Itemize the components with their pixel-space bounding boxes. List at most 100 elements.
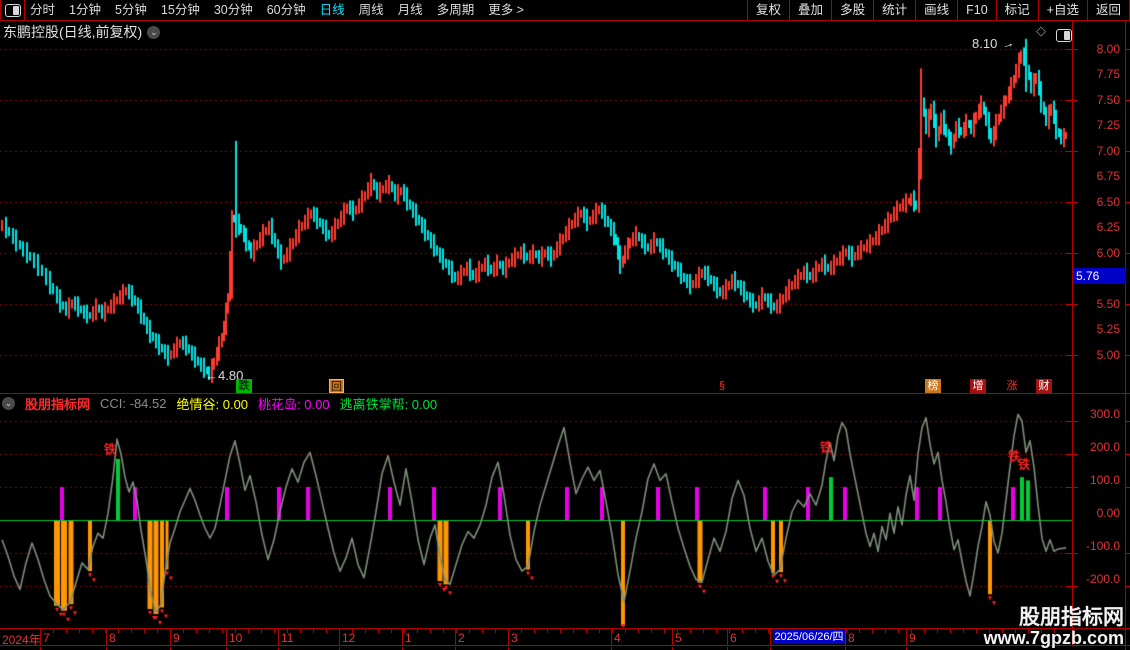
f10-button[interactable]: F10 [957, 0, 996, 20]
signal-badge-bang[interactable]: 榜 [925, 379, 941, 393]
signal-badge-hui[interactable]: 回 [329, 379, 344, 393]
month-separator [106, 629, 107, 645]
tab-monthly[interactable]: 月线 [398, 0, 423, 20]
price-axis-label: 6.25 [1096, 220, 1120, 234]
tab-weekly[interactable]: 周线 [359, 0, 384, 20]
indicator-chart-canvas[interactable] [0, 412, 1072, 628]
stats-button[interactable]: 统计 [873, 0, 915, 20]
price-axis-label: 6.50 [1096, 195, 1120, 209]
price-axis-label: 5.50 [1096, 297, 1120, 311]
mark-button[interactable]: 标记 [995, 0, 1038, 20]
panel-toggle-icon[interactable] [1056, 28, 1072, 42]
last-price-tag: 5.76 [1073, 268, 1126, 284]
axis-tick [1066, 49, 1078, 50]
month-label: 2 [458, 631, 465, 645]
indicator-axis-label: 200.0 [1089, 440, 1120, 454]
axis-tick [1126, 454, 1130, 455]
indicator-axis-label: 300.0 [1089, 407, 1120, 421]
month-separator [845, 629, 846, 645]
axis-tick [1066, 487, 1078, 488]
sidebar-toggle-button[interactable] [0, 0, 25, 20]
axis-tick [1126, 553, 1130, 554]
price-axis-label: 7.25 [1096, 118, 1120, 132]
month-label: 4 [614, 631, 621, 645]
overlay-button[interactable]: 叠加 [789, 0, 831, 20]
taohuadao-value-label: 桃花岛: 0.00 [258, 396, 330, 412]
month-label: 10 [229, 631, 243, 645]
signal-badge-die[interactable]: 跌 [236, 379, 252, 393]
watermark: 股朋指标网 www.7gpzb.com [984, 607, 1124, 648]
draw-line-button[interactable]: 画线 [915, 0, 957, 20]
axis-tick [1126, 304, 1130, 305]
month-separator [770, 629, 771, 645]
panel-divider [0, 393, 1130, 394]
cci-value-label: CCI: -84.52 [100, 395, 167, 411]
chevron-down-icon[interactable]: ⌄ [147, 25, 161, 39]
month-separator [40, 629, 41, 645]
month-separator [455, 629, 456, 645]
indicator-axis-label: -100.0 [1085, 539, 1120, 553]
price-axis-label: 7.00 [1096, 144, 1120, 158]
signal-badge-zeng[interactable]: 增 [970, 379, 986, 393]
tab-minute-chart[interactable]: 分时 [30, 0, 55, 20]
price-axis-label: 5.25 [1096, 322, 1120, 336]
indicator-axis-label: -200.0 [1085, 572, 1120, 586]
price-axis-label: 6.75 [1096, 169, 1120, 183]
month-separator [727, 629, 728, 645]
selected-date-tag: 2025/06/26/四 [773, 630, 845, 644]
axis-tick [1066, 202, 1078, 203]
diamond-marker-icon[interactable]: ◇ [1036, 23, 1046, 39]
tab-1min[interactable]: 1分钟 [69, 0, 101, 20]
indicator-header: ⌄ 股朋指标网 CCI: -84.52 绝情谷: 0.00 桃花岛: 0.00 … [2, 394, 437, 413]
time-axis[interactable]: 2024年 7 8 9 10 11 12 1 2 3 4 5 6 8 9 202… [0, 628, 1130, 647]
signal-badge-cai[interactable]: 财 [1036, 379, 1052, 393]
price-axis-label: 7.75 [1096, 67, 1120, 81]
month-separator [278, 629, 279, 645]
fuquan-button[interactable]: 复权 [747, 0, 789, 20]
add-watchlist-button[interactable]: +自选 [1037, 0, 1087, 20]
tab-more[interactable]: 更多 > [488, 0, 524, 20]
tab-multi-period[interactable]: 多周期 [437, 0, 475, 20]
month-label: 8 [848, 631, 855, 645]
axis-tick [1126, 421, 1130, 422]
axis-tick [1126, 100, 1130, 101]
jueqinggu-value-label: 绝情谷: 0.00 [176, 396, 249, 412]
axis-tick [1126, 487, 1130, 488]
signal-mark-zhang[interactable]: 涨 [1004, 379, 1020, 393]
price-axis-label: 6.00 [1096, 246, 1120, 260]
price-axis-label: 8.00 [1096, 42, 1120, 56]
top-toolbar: 分时 1分钟 5分钟 15分钟 30分钟 60分钟 日线 周线 月线 多周期 更… [0, 0, 1130, 21]
indicator-axis-label: 100.0 [1089, 473, 1120, 487]
month-label: 8 [109, 631, 116, 645]
tab-5min[interactable]: 5分钟 [115, 0, 147, 20]
tab-15min[interactable]: 15分钟 [161, 0, 200, 20]
stock-name-label[interactable]: 东鹏控股(日线,前复权) [3, 22, 142, 42]
period-menu: 分时 1分钟 5分钟 15分钟 30分钟 60分钟 日线 周线 月线 多周期 更… [30, 0, 524, 20]
chevron-down-icon[interactable]: ⌄ [2, 396, 15, 410]
stock-app-window: 分时 1分钟 5分钟 15分钟 30分钟 60分钟 日线 周线 月线 多周期 更… [0, 0, 1130, 650]
tab-30min[interactable]: 30分钟 [214, 0, 253, 20]
multi-stock-button[interactable]: 多股 [831, 0, 873, 20]
panel-toggle-icon [5, 4, 21, 17]
axis-tick [1126, 253, 1130, 254]
axis-tick [1126, 49, 1130, 50]
axis-tick [1126, 202, 1130, 203]
price-axis-label: 7.50 [1096, 93, 1120, 107]
month-separator [402, 629, 403, 645]
back-button[interactable]: 返回 [1086, 0, 1130, 20]
month-label: 3 [511, 631, 518, 645]
month-separator [672, 629, 673, 645]
tab-daily[interactable]: 日线 [320, 0, 345, 20]
month-label: 6 [730, 631, 737, 645]
month-label: 11 [281, 631, 294, 645]
tab-60min[interactable]: 60分钟 [267, 0, 306, 20]
window-right-border [1125, 21, 1126, 650]
arrow-icon: → [998, 34, 1016, 53]
axis-tick [1066, 553, 1078, 554]
price-chart-canvas[interactable] [0, 21, 1072, 392]
watermark-site-name: 股朋指标网 [1019, 606, 1124, 630]
month-separator [226, 629, 227, 645]
indicator-source-label[interactable]: 股朋指标网 [25, 394, 90, 413]
signal-mark-section[interactable]: § [714, 379, 730, 393]
tools-menu: 复权 叠加 多股 统计 画线 F10 标记 +自选 返回 [747, 0, 1130, 20]
